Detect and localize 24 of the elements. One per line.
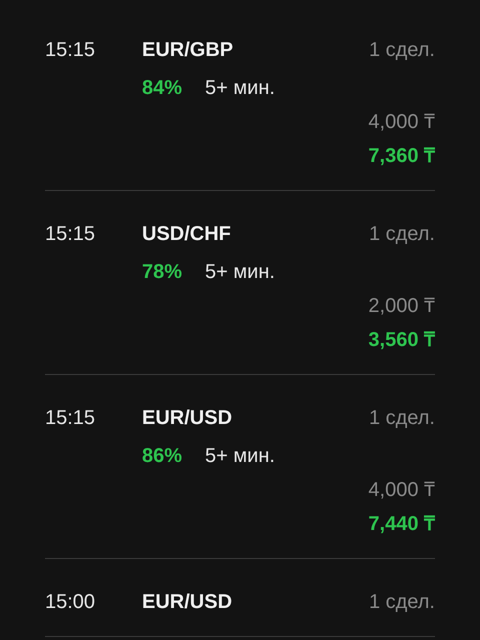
deal-count: 1 сдел. xyxy=(368,590,435,615)
payout-percent: 78% xyxy=(142,260,182,285)
profit-amount: 7,440 ₸ xyxy=(368,512,435,537)
payout-percent: 86% xyxy=(142,444,182,469)
trade-time: 15:15 xyxy=(45,222,96,247)
deal-count: 1 сдел. xyxy=(368,406,435,431)
currency-pair: EUR/GBP xyxy=(142,38,234,63)
profit-amount: 3,560 ₸ xyxy=(368,328,435,353)
duration: 5+ мин. xyxy=(205,76,275,101)
currency-pair: EUR/USD xyxy=(142,406,232,431)
stake-amount: 4,000 ₸ xyxy=(368,110,435,135)
payout-percent: 84% xyxy=(142,76,182,101)
profit-amount: 7,360 ₸ xyxy=(368,144,435,169)
trade-time: 15:15 xyxy=(45,406,96,431)
stake-amount: 2,000 ₸ xyxy=(368,294,435,319)
deal-count: 1 сдел. xyxy=(368,222,435,247)
deal-count: 1 сдел. xyxy=(368,38,435,63)
duration: 5+ мин. xyxy=(205,444,275,469)
currency-pair: EUR/USD xyxy=(142,590,232,615)
duration: 5+ мин. xyxy=(205,260,275,285)
trade-time: 15:15 xyxy=(45,38,96,63)
stake-amount: 4,000 ₸ xyxy=(368,478,435,503)
trade-time: 15:00 xyxy=(45,590,96,615)
currency-pair: USD/CHF xyxy=(142,222,231,247)
